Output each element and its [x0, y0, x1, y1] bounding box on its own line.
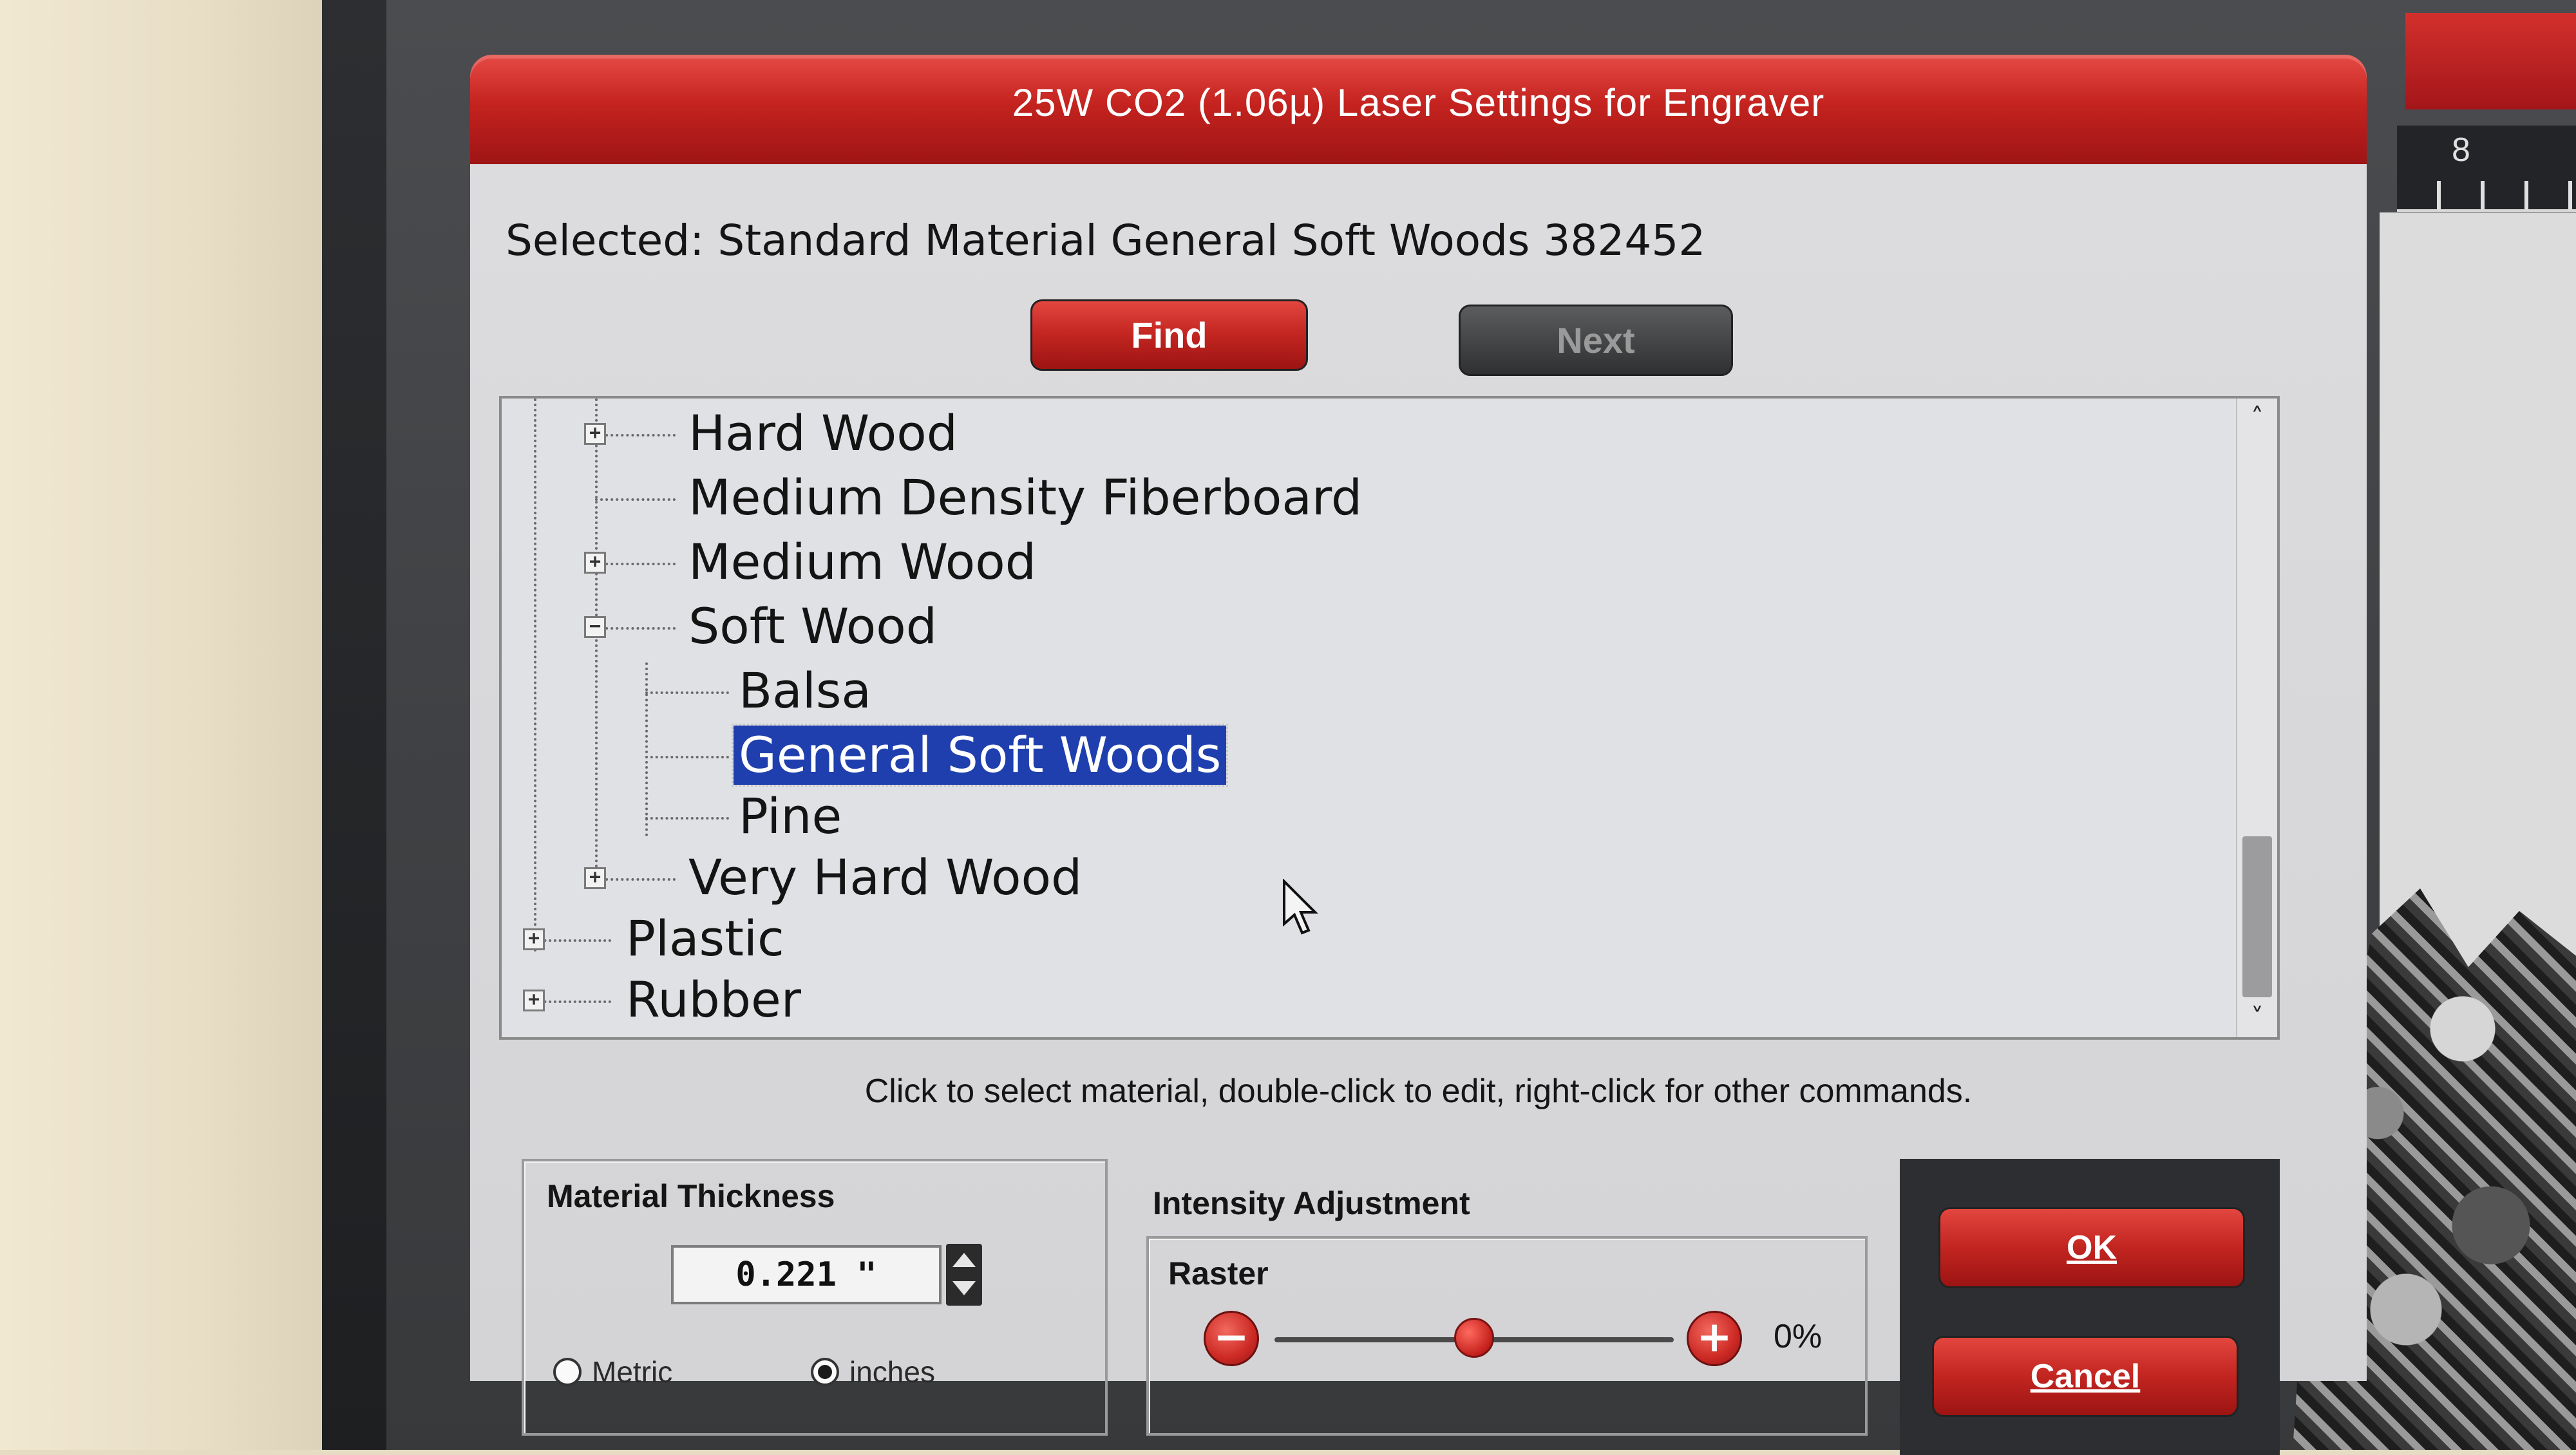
- ok-button[interactable]: OK: [1938, 1207, 2245, 1288]
- dialog-title: 25W CO2 (1.06µ) Laser Settings for Engra…: [1012, 81, 1825, 124]
- raster-panel: Raster − + 0%: [1146, 1236, 1868, 1436]
- tree-item-plastic[interactable]: Plastic: [621, 909, 790, 968]
- spin-down-icon[interactable]: [952, 1281, 976, 1295]
- tree-connector: [645, 756, 729, 758]
- raster-label: Raster: [1168, 1255, 1269, 1291]
- material-thickness-panel: Material Thickness 0.221 " Metric inches: [522, 1159, 1108, 1436]
- expand-icon[interactable]: +: [584, 867, 606, 889]
- scroll-down-icon[interactable]: ˅: [2237, 999, 2277, 1037]
- tree-connector: [645, 817, 729, 820]
- cancel-button[interactable]: Cancel: [1932, 1336, 2239, 1417]
- tree-connector: [595, 627, 676, 630]
- tree-item-hard-wood[interactable]: Hard Wood: [683, 404, 963, 463]
- material-thickness-title: Material Thickness: [547, 1178, 835, 1214]
- spin-up-icon[interactable]: [952, 1253, 976, 1267]
- tree-connector: [645, 662, 648, 836]
- dialog-body: Selected: Standard Material General Soft…: [470, 164, 2367, 1455]
- tree-item-balsa[interactable]: Balsa: [734, 661, 876, 720]
- tree-connector: [595, 434, 676, 436]
- thickness-spinner[interactable]: [946, 1244, 982, 1306]
- thickness-input[interactable]: 0.221 ": [671, 1245, 942, 1304]
- tree-item-very-hard-wood[interactable]: Very Hard Wood: [683, 848, 1087, 907]
- inches-radio[interactable]: [811, 1358, 839, 1386]
- intensity-adjustment-title: Intensity Adjustment: [1153, 1185, 1470, 1221]
- material-tree-content: + + − + + + Hard Wood Medium Density Fib…: [502, 399, 2240, 1037]
- material-tree[interactable]: + + − + + + Hard Wood Medium Density Fib…: [499, 396, 2280, 1040]
- expand-icon[interactable]: +: [584, 552, 606, 574]
- expand-icon[interactable]: +: [523, 928, 545, 950]
- intensity-value: 0%: [1774, 1318, 1823, 1355]
- expand-icon[interactable]: +: [523, 990, 545, 1011]
- tree-connector: [595, 498, 676, 501]
- tree-connector: [534, 939, 611, 942]
- scroll-up-icon[interactable]: ˄: [2237, 399, 2277, 437]
- cancel-button-label: Cancel: [2030, 1358, 2141, 1395]
- intensity-slider-knob[interactable]: [1454, 1318, 1494, 1358]
- tree-item-pine[interactable]: Pine: [734, 787, 847, 846]
- find-button[interactable]: Find: [1030, 299, 1308, 371]
- metric-radio-label: Metric: [592, 1355, 673, 1389]
- tree-item-soft-wood[interactable]: Soft Wood: [683, 597, 942, 656]
- tree-connector: [534, 1000, 611, 1003]
- decrease-intensity-button[interactable]: −: [1204, 1311, 1259, 1366]
- increase-intensity-button[interactable]: +: [1687, 1311, 1742, 1366]
- tree-connector: [534, 399, 536, 952]
- selected-material-label: Selected: Standard Material General Soft…: [506, 216, 1706, 265]
- metric-radio[interactable]: [553, 1358, 582, 1386]
- next-button[interactable]: Next: [1459, 305, 1733, 376]
- tree-item-medium-wood[interactable]: Medium Wood: [683, 532, 1041, 592]
- dialog-title-bar[interactable]: 25W CO2 (1.06µ) Laser Settings for Engra…: [470, 55, 2367, 164]
- ruler-ticks: [2397, 181, 2576, 209]
- tree-hint-text: Click to select material, double-click t…: [864, 1073, 1973, 1110]
- wall-background: [0, 0, 361, 1450]
- tree-connector: [595, 563, 676, 565]
- ruler-mark: 8: [2452, 131, 2470, 169]
- scroll-thumb[interactable]: [2242, 836, 2272, 997]
- expand-icon[interactable]: +: [584, 423, 606, 445]
- tree-item-rubber[interactable]: Rubber: [621, 970, 806, 1029]
- tree-scrollbar[interactable]: ˄ ˅: [2236, 399, 2277, 1037]
- mouse-cursor-icon: [1283, 879, 1318, 935]
- inches-radio-label: inches: [849, 1355, 935, 1389]
- tree-item-medium-density-fiberboard[interactable]: Medium Density Fiberboard: [683, 468, 1367, 527]
- tree-connector: [645, 691, 729, 694]
- tree-item-general-soft-woods[interactable]: General Soft Woods: [731, 724, 1229, 787]
- ok-button-label: OK: [2067, 1229, 2117, 1266]
- collapse-icon[interactable]: −: [584, 616, 606, 638]
- background-window-titlebar: [2405, 13, 2576, 109]
- background-ruler: 8: [2397, 126, 2576, 212]
- tree-connector: [595, 878, 676, 881]
- tree-connector: [595, 399, 598, 878]
- laser-settings-dialog: 25W CO2 (1.06µ) Laser Settings for Engra…: [470, 55, 2367, 1455]
